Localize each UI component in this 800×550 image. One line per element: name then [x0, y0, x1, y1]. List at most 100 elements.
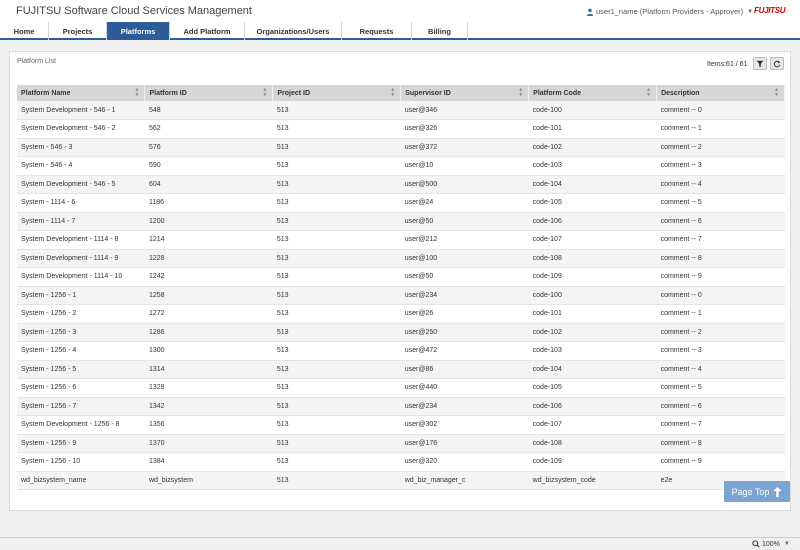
platform-name-cell[interactable]: System - 1256 - 3	[17, 323, 145, 342]
platform-id-cell: 576	[144, 138, 273, 157]
platform-code-cell: wd_bizsystem_code	[528, 471, 657, 490]
table-row: System - 1256 - 4 1300 513 user@472 code-103…	[17, 341, 785, 361]
tab-requests[interactable]: Requests	[342, 22, 412, 40]
supervisor-id-cell: user@212	[400, 230, 529, 250]
column-header-description[interactable]: Description ▲ ▼	[656, 85, 785, 101]
page-top-button[interactable]: Page Top	[724, 481, 790, 502]
platform-name-cell[interactable]: System - 1256 - 2	[17, 304, 145, 324]
platform-name-cell[interactable]: System - 546 - 4	[17, 156, 145, 176]
table-row: System Development - 546 - 1 548 513 user@3…	[17, 101, 785, 120]
platform-id-cell: 1186	[144, 193, 273, 213]
platform-id-cell: 548	[144, 101, 273, 120]
platform-id-cell: 1342	[144, 397, 273, 416]
platform-name-cell[interactable]: System - 1256 - 6	[17, 378, 145, 398]
project-id-cell[interactable]: 513	[272, 230, 401, 250]
user-icon	[586, 8, 594, 16]
filter-button[interactable]	[753, 57, 767, 70]
project-id-cell[interactable]: 513	[272, 193, 401, 213]
project-id-cell[interactable]: 513	[272, 341, 401, 361]
project-id-cell[interactable]: 513	[272, 360, 401, 379]
project-id-cell[interactable]: 513	[272, 156, 401, 176]
platform-code-cell: code-106	[528, 397, 657, 416]
project-id-cell[interactable]: 513	[272, 249, 401, 268]
sort-icon: ▲ ▼	[262, 87, 268, 98]
panel-title: Platform List	[17, 58, 56, 65]
platform-name-cell[interactable]: System Development - 1114 - 9	[17, 249, 145, 268]
description-cell: comment -- 4	[656, 360, 785, 379]
project-id-cell[interactable]: 513	[272, 286, 401, 305]
tab-home[interactable]: Home	[0, 22, 49, 40]
table-body: System Development - 546 - 1 548 513 user@3…	[17, 101, 785, 490]
platform-name-cell[interactable]: System Development - 546 - 5	[17, 175, 145, 194]
platform-name-cell[interactable]: System Development - 1114 - 8	[17, 230, 145, 250]
tab-billing[interactable]: Billing	[412, 22, 468, 40]
platform-name-cell[interactable]: System - 1256 - 10	[17, 452, 145, 472]
project-id-cell[interactable]: 513	[272, 415, 401, 435]
column-header-project-id[interactable]: Project ID ▲ ▼	[272, 85, 402, 101]
platform-code-cell: code-107	[528, 415, 657, 435]
project-id-cell[interactable]: 513	[272, 452, 401, 472]
tab-add-platform[interactable]: Add Platform	[170, 22, 245, 40]
tab-organizations-users[interactable]: Organizations/Users	[245, 22, 342, 40]
description-cell: comment -- 1	[656, 119, 785, 139]
supervisor-id-cell: user@10	[400, 156, 529, 176]
platform-name-cell[interactable]: System Development - 546 - 2	[17, 119, 145, 139]
zoom-control[interactable]: 100% ▼	[752, 540, 790, 548]
column-header-platform-id[interactable]: Platform ID ▲ ▼	[144, 85, 274, 101]
user-menu[interactable]: user1_name (Platform Providers - Approve…	[586, 7, 753, 16]
project-id-cell[interactable]: 513	[272, 212, 401, 231]
project-id-cell[interactable]: 513	[272, 434, 401, 453]
platform-code-cell: code-103	[528, 341, 657, 361]
project-id-cell[interactable]: 513	[272, 397, 401, 416]
caret-down-icon[interactable]: ▼	[784, 541, 790, 547]
platform-name-cell[interactable]: System Development - 1256 - 8	[17, 415, 145, 435]
supervisor-id-cell: user@302	[400, 415, 529, 435]
table-row: System - 1256 - 5 1314 513 user@86 code-104 c…	[17, 360, 785, 379]
platform-name-cell[interactable]: System - 1256 - 1	[17, 286, 145, 305]
table-row: System Development - 546 - 5 604 513 user@5…	[17, 175, 785, 194]
project-id-cell[interactable]: 513	[272, 119, 401, 139]
refresh-button[interactable]	[770, 57, 784, 70]
project-id-cell[interactable]: 513	[272, 175, 401, 194]
supervisor-id-cell: user@472	[400, 341, 529, 361]
platform-name-cell[interactable]: System - 1256 - 4	[17, 341, 145, 361]
platform-id-cell: 1384	[144, 452, 273, 472]
platform-code-cell: code-104	[528, 175, 657, 194]
supervisor-id-cell: user@24	[400, 193, 529, 213]
project-id-cell[interactable]: 513	[272, 471, 401, 490]
platform-name-cell[interactable]: System - 1256 - 7	[17, 397, 145, 416]
project-id-cell[interactable]: 513	[272, 138, 401, 157]
table-row: System - 546 - 4 590 513 user@10 code-103 com…	[17, 156, 785, 176]
platform-name-cell[interactable]: System - 1256 - 5	[17, 360, 145, 379]
platform-name-cell[interactable]: System Development - 546 - 1	[17, 101, 145, 120]
column-header-platform-code[interactable]: Platform Code ▲ ▼	[528, 85, 658, 101]
column-header-supervisor-id[interactable]: Supervisor ID ▲ ▼	[400, 85, 530, 101]
platform-name-cell[interactable]: System - 1114 - 7	[17, 212, 145, 231]
platform-id-cell: wd_bizsystem	[144, 471, 273, 490]
platform-name-cell[interactable]: System - 1256 - 9	[17, 434, 145, 453]
platform-name-cell[interactable]: System - 1114 - 6	[17, 193, 145, 213]
tab-platforms[interactable]: Platforms	[107, 22, 170, 40]
platform-name-cell[interactable]: wd_bizsystem_name	[17, 471, 145, 490]
platform-id-cell: 1214	[144, 230, 273, 250]
platform-name-cell[interactable]: System Development - 1114 - 10	[17, 267, 145, 287]
platform-id-cell: 1314	[144, 360, 273, 379]
platform-name-cell[interactable]: System - 546 - 3	[17, 138, 145, 157]
project-id-cell[interactable]: 513	[272, 101, 401, 120]
platform-code-cell: code-108	[528, 434, 657, 453]
tab-projects[interactable]: Projects	[49, 22, 107, 40]
supervisor-id-cell: user@440	[400, 378, 529, 398]
supervisor-id-cell: user@50	[400, 267, 529, 287]
platform-id-cell: 1228	[144, 249, 273, 268]
platform-code-cell: code-102	[528, 323, 657, 342]
supervisor-id-cell: user@234	[400, 397, 529, 416]
platform-code-cell: code-109	[528, 267, 657, 287]
project-id-cell[interactable]: 513	[272, 267, 401, 287]
project-id-cell[interactable]: 513	[272, 304, 401, 324]
column-header-platform-name[interactable]: Platform Name ▲ ▼	[17, 85, 146, 101]
project-id-cell[interactable]: 513	[272, 323, 401, 342]
table-row: System - 1256 - 2 1272 513 user@26 code-101 c…	[17, 304, 785, 324]
platform-code-cell: code-101	[528, 119, 657, 139]
project-id-cell[interactable]: 513	[272, 378, 401, 398]
platform-id-cell: 590	[144, 156, 273, 176]
